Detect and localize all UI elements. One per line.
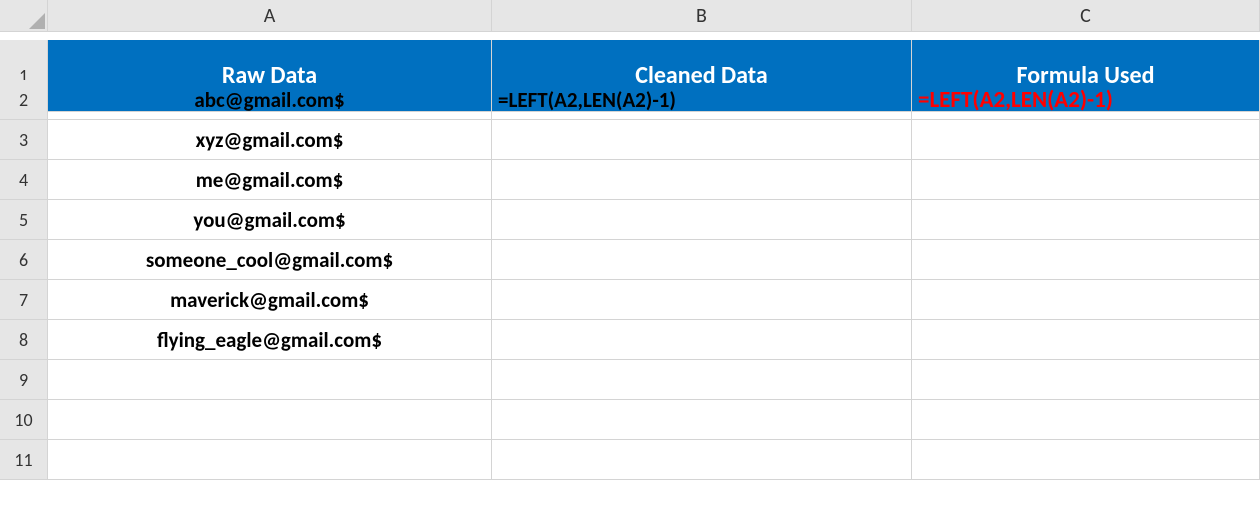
row-header-5[interactable]: 5 [0,200,48,240]
cell-B6[interactable] [492,240,912,280]
cell-B7[interactable] [492,280,912,320]
cell-C7[interactable] [912,280,1260,320]
cell-C10[interactable] [912,400,1260,440]
cell-C2[interactable]: =LEFT(A2,LEN(A2)-1) [912,80,1260,120]
column-header-C[interactable]: C [912,0,1260,32]
row-header-6[interactable]: 6 [0,240,48,280]
row-header-9[interactable]: 9 [0,360,48,400]
cell-A6[interactable]: someone_cool@gmail.com$ [48,240,492,280]
cell-C8[interactable] [912,320,1260,360]
cell-C6[interactable] [912,240,1260,280]
cell-A8[interactable]: flying_eagle@gmail.com$ [48,320,492,360]
row-header-7[interactable]: 7 [0,280,48,320]
cell-B10[interactable] [492,400,912,440]
cell-B4[interactable] [492,160,912,200]
row-header-10[interactable]: 10 [0,400,48,440]
row-header-11[interactable]: 11 [0,440,48,480]
cell-A2[interactable]: abc@gmail.com$ [48,80,492,120]
cell-B11[interactable] [492,440,912,480]
column-header-B[interactable]: B [492,0,912,32]
column-header-A[interactable]: A [48,0,492,32]
cell-C3[interactable] [912,120,1260,160]
cell-A5[interactable]: you@gmail.com$ [48,200,492,240]
row-header-2[interactable]: 2 [0,80,48,120]
cell-A7[interactable]: maverick@gmail.com$ [48,280,492,320]
cell-A4[interactable]: me@gmail.com$ [48,160,492,200]
row-header-8[interactable]: 8 [0,320,48,360]
cell-C4[interactable] [912,160,1260,200]
spreadsheet-grid: A B C 1 Raw Data Cleaned Data Formula Us… [0,0,1260,480]
cell-A10[interactable] [48,400,492,440]
cell-A11[interactable] [48,440,492,480]
cell-C5[interactable] [912,200,1260,240]
cell-C11[interactable] [912,440,1260,480]
cell-C9[interactable] [912,360,1260,400]
cell-A3[interactable]: xyz@gmail.com$ [48,120,492,160]
cell-B2[interactable]: =LEFT(A2,LEN(A2)-1) [492,80,912,120]
row-header-3[interactable]: 3 [0,120,48,160]
cell-B5[interactable] [492,200,912,240]
cell-A9[interactable] [48,360,492,400]
select-all-triangle-icon [29,13,45,29]
row-header-4[interactable]: 4 [0,160,48,200]
select-all-corner[interactable] [0,0,48,32]
cell-B9[interactable] [492,360,912,400]
cell-B8[interactable] [492,320,912,360]
cell-B3[interactable] [492,120,912,160]
